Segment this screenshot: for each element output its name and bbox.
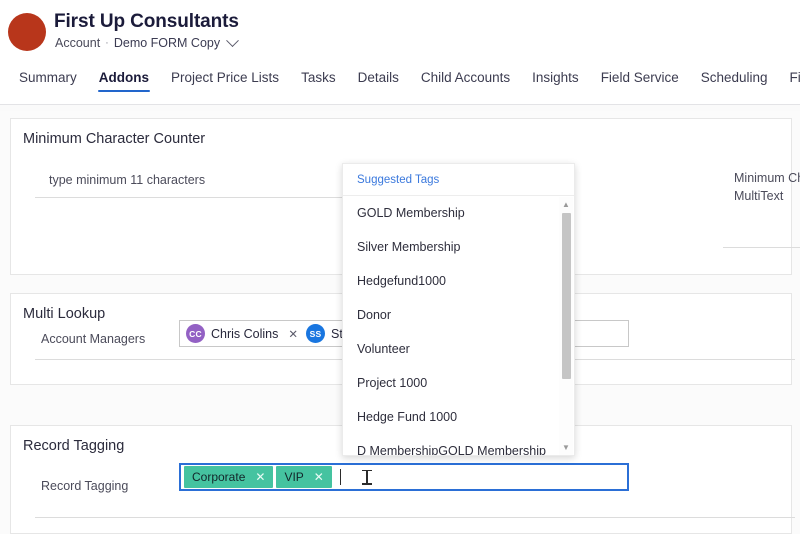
tab-child-accounts[interactable]: Child Accounts: [410, 64, 521, 96]
breadcrumb-entity-type: Account: [55, 36, 101, 50]
text-caret: [339, 469, 341, 485]
close-icon[interactable]: ✕: [255, 470, 265, 484]
field-underline-record-tagging: [35, 517, 795, 518]
field-label-minimum-char-line2: MultiText: [734, 189, 784, 203]
field-label-min-characters: type minimum 11 characters: [49, 173, 206, 187]
text-cursor-icon: [361, 469, 372, 485]
suggestion-item-silver-membership[interactable]: Silver Membership: [343, 230, 574, 264]
suggestion-item-donor[interactable]: Donor: [343, 298, 574, 332]
suggestion-item-gold-membership[interactable]: GOLD Membership: [343, 196, 574, 230]
section-title-multi-lookup: Multi Lookup: [23, 306, 106, 322]
scroll-up-icon[interactable]: ▲: [562, 201, 570, 209]
lookup-chip-chris-colins[interactable]: CC Chris Colins ✕: [186, 324, 302, 343]
avatar-ste: SS: [306, 324, 326, 343]
tag-chip-label-corporate: Corporate: [192, 470, 246, 484]
tab-addons[interactable]: Addons: [88, 64, 160, 96]
record-header: First Up Consultants Account · Demo FORM…: [0, 0, 800, 64]
scrollbar-thumb[interactable]: [562, 213, 571, 379]
dropdown-scrollbar[interactable]: ▲ ▼: [559, 197, 573, 455]
lookup-chip-label-chris-colins: Chris Colins: [211, 326, 279, 341]
field-label-account-managers: Account Managers: [41, 332, 146, 346]
field-label-minimum-char-line1: Minimum Ch: [734, 171, 800, 185]
tab-project-price-lists[interactable]: Project Price Lists: [160, 64, 290, 96]
suggestion-item-d-membership-gold[interactable]: D MembershipGOLD Membership: [343, 434, 574, 455]
tab-files[interactable]: Files: [779, 64, 800, 96]
suggested-tags-header: Suggested Tags: [343, 164, 574, 196]
avatar-chris-colins: CC: [186, 324, 205, 343]
field-label-minimum-char-multitext: Minimum Ch MultiText: [734, 169, 800, 205]
tag-chip-label-vip: VIP: [284, 470, 304, 484]
suggested-tags-dropdown: Suggested Tags GOLD Membership Silver Me…: [342, 163, 575, 456]
record-avatar: [8, 13, 46, 51]
suggestion-item-volunteer[interactable]: Volunteer: [343, 332, 574, 366]
section-title-minimum-character-counter: Minimum Character Counter: [23, 131, 206, 147]
record-breadcrumb: Account · Demo FORM Copy: [55, 33, 239, 50]
tag-chip-corporate[interactable]: Corporate ✕: [184, 466, 274, 488]
tab-tasks[interactable]: Tasks: [290, 64, 347, 96]
field-underline-min-characters: [35, 197, 353, 198]
field-underline-minimum-char-multitext: [723, 247, 800, 248]
suggestion-item-hedgefund1000[interactable]: Hedgefund1000: [343, 264, 574, 298]
close-icon[interactable]: ✕: [314, 470, 324, 484]
app-root: First Up Consultants Account · Demo FORM…: [0, 0, 800, 534]
tag-chip-vip[interactable]: VIP ✕: [276, 466, 332, 488]
form-selector-label[interactable]: Demo FORM Copy: [114, 36, 220, 50]
form-tab-bar: Summary Addons Project Price Lists Tasks…: [0, 64, 800, 104]
record-tagging-input[interactable]: Corporate ✕ VIP ✕: [179, 463, 629, 491]
tab-insights[interactable]: Insights: [521, 64, 590, 96]
section-title-record-tagging: Record Tagging: [23, 438, 125, 454]
chevron-down-icon[interactable]: [226, 33, 239, 47]
suggestion-item-project-1000[interactable]: Project 1000: [343, 366, 574, 400]
tab-field-service[interactable]: Field Service: [590, 64, 690, 96]
tab-scheduling[interactable]: Scheduling: [690, 64, 779, 96]
page-title: First Up Consultants: [54, 11, 239, 32]
tab-details[interactable]: Details: [347, 64, 410, 96]
suggestion-item-hedge-fund-1000[interactable]: Hedge Fund 1000: [343, 400, 574, 434]
field-label-record-tagging: Record Tagging: [41, 479, 129, 493]
suggested-tags-list[interactable]: GOLD Membership Silver Membership Hedgef…: [343, 196, 574, 455]
scroll-down-icon[interactable]: ▼: [562, 444, 570, 452]
breadcrumb-separator: ·: [105, 37, 109, 49]
close-icon[interactable]: ✕: [288, 327, 298, 341]
tab-summary[interactable]: Summary: [8, 64, 88, 96]
